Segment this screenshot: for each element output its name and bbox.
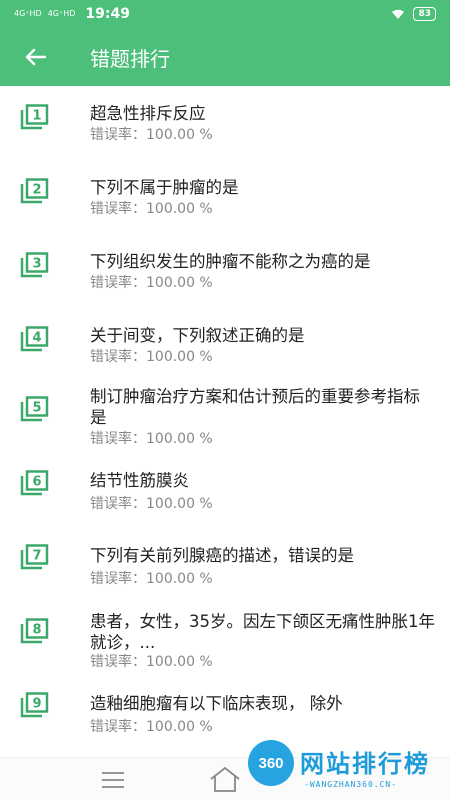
error-rate: 错误率：100.00 %: [90, 127, 213, 143]
numbered-stack-icon: 2: [20, 178, 49, 204]
svg-text:8: 8: [32, 623, 41, 638]
error-rate: 错误率：100.00 %: [90, 654, 213, 670]
page-title: 错题排行: [90, 46, 170, 71]
question-text: 患者，女性，35岁。因左下颌区无痛性肿胀1年就诊，...: [90, 612, 435, 652]
svg-text:9: 9: [32, 697, 41, 712]
question-text: 结节性筋膜炎: [90, 471, 189, 490]
menu-icon[interactable]: [100, 770, 126, 790]
numbered-stack-icon: 7: [20, 544, 49, 570]
numbered-stack-icon: 4: [20, 326, 49, 352]
question-text: 下列组织发生的肿瘤不能称之为癌的是: [90, 252, 371, 271]
arrow-left-icon: [25, 48, 46, 66]
question-text: 制订肿瘤治疗方案和估计预后的重要参考指标是: [90, 387, 420, 427]
svg-text:3: 3: [32, 257, 41, 272]
status-bar: 4G⁺HD 4G⁺HD 19:49 83: [0, 0, 450, 28]
error-rate: 错误率：100.00 %: [90, 431, 213, 447]
error-rate: 错误率：100.00 %: [90, 275, 213, 291]
numbered-stack-icon: 9: [20, 692, 49, 718]
back-button[interactable]: [0, 28, 70, 86]
numbered-stack-icon: 6: [20, 470, 49, 496]
svg-text:1: 1: [32, 109, 41, 124]
watermark: 360 网站排行榜 -WANGZHAN360.CN-: [248, 740, 448, 798]
svg-text:4: 4: [32, 331, 41, 346]
watermark-text: 网站排行榜: [300, 750, 430, 778]
watermark-logo: 360: [248, 740, 294, 786]
svg-text:6: 6: [32, 475, 41, 490]
svg-text:5: 5: [32, 401, 41, 416]
numbered-stack-icon: 3: [20, 252, 49, 278]
signal-indicator-1: 4G⁺HD: [14, 9, 42, 18]
error-rate: 错误率：100.00 %: [90, 496, 213, 512]
question-text: 造釉细胞瘤有以下临床表现， 除外: [90, 694, 343, 713]
numbered-stack-icon: 8: [20, 618, 49, 644]
numbered-stack-icon: 1: [20, 104, 49, 130]
question-text: 下列有关前列腺癌的描述，错误的是: [90, 546, 354, 565]
numbered-stack-icon: 5: [20, 396, 49, 422]
question-text: 下列不属于肿瘤的是: [90, 178, 239, 197]
question-text: 关于间变，下列叙述正确的是: [90, 326, 305, 345]
question-text: 超急性排斥反应: [90, 104, 206, 123]
signal-indicator-2: 4G⁺HD: [47, 9, 76, 18]
battery-indicator: 83: [413, 7, 436, 21]
wifi-icon: [392, 9, 405, 19]
home-icon[interactable]: [208, 764, 242, 794]
app-bar: 错题排行: [0, 28, 450, 86]
error-rate: 错误率：100.00 %: [90, 349, 213, 365]
watermark-subtext: -WANGZHAN360.CN-: [304, 780, 398, 789]
svg-text:7: 7: [32, 549, 41, 564]
error-rate: 错误率：100.00 %: [90, 719, 213, 735]
svg-text:2: 2: [32, 183, 41, 198]
clock: 19:49: [85, 6, 130, 22]
error-rate: 错误率：100.00 %: [90, 201, 213, 217]
error-rate: 错误率：100.00 %: [90, 571, 213, 587]
